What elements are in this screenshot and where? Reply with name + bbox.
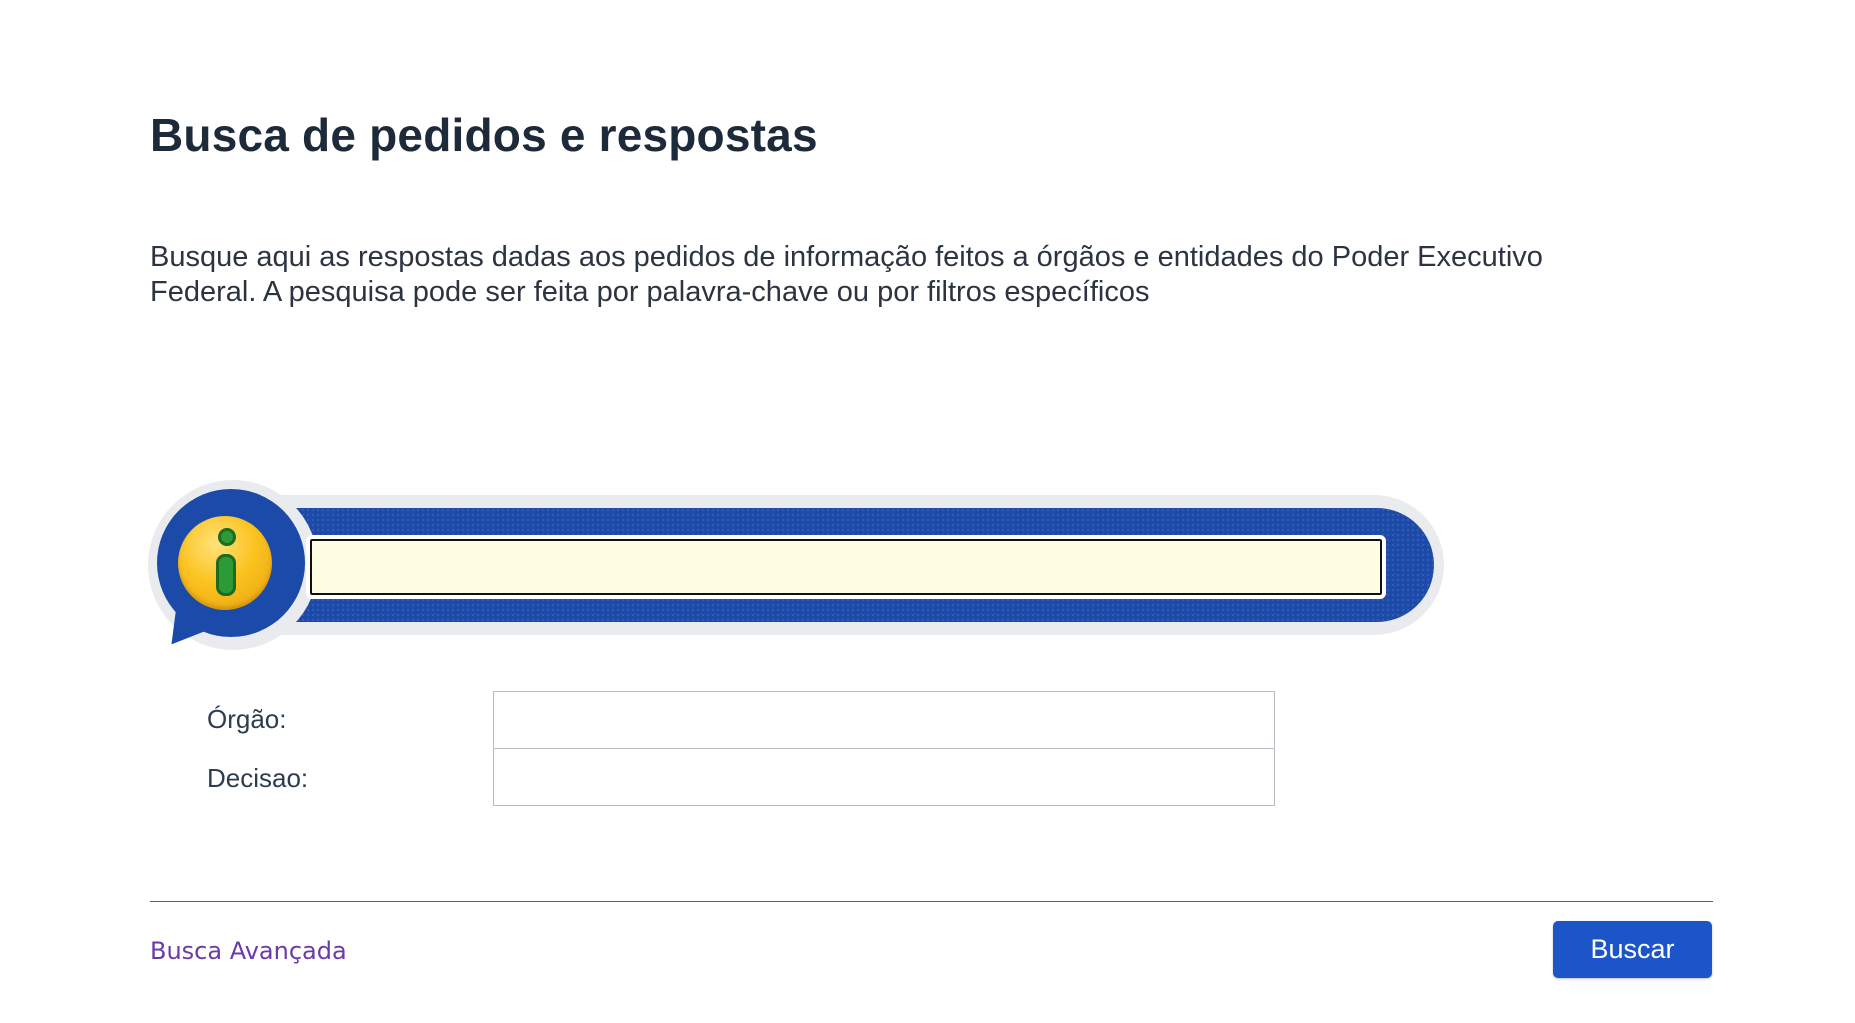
info-icon-dot — [218, 528, 236, 546]
info-icon-stem — [216, 554, 236, 596]
advanced-search-link[interactable]: Busca Avançada — [150, 937, 347, 965]
keyword-search-input[interactable] — [306, 535, 1386, 599]
footer-divider — [150, 901, 1713, 902]
search-button[interactable]: Buscar — [1553, 921, 1712, 978]
decisao-label: Decisao: — [207, 763, 309, 793]
orgao-field[interactable] — [493, 691, 1275, 749]
search-banner — [148, 480, 1444, 661]
orgao-label: Órgão: — [207, 704, 287, 734]
search-page: Busca de pedidos e respostas Busque aqui… — [0, 0, 1855, 1023]
info-icon — [178, 516, 272, 610]
decisao-field[interactable] — [493, 748, 1275, 806]
page-description: Busque aqui as respostas dadas aos pedid… — [150, 241, 1543, 308]
page-title: Busca de pedidos e respostas — [150, 109, 818, 161]
